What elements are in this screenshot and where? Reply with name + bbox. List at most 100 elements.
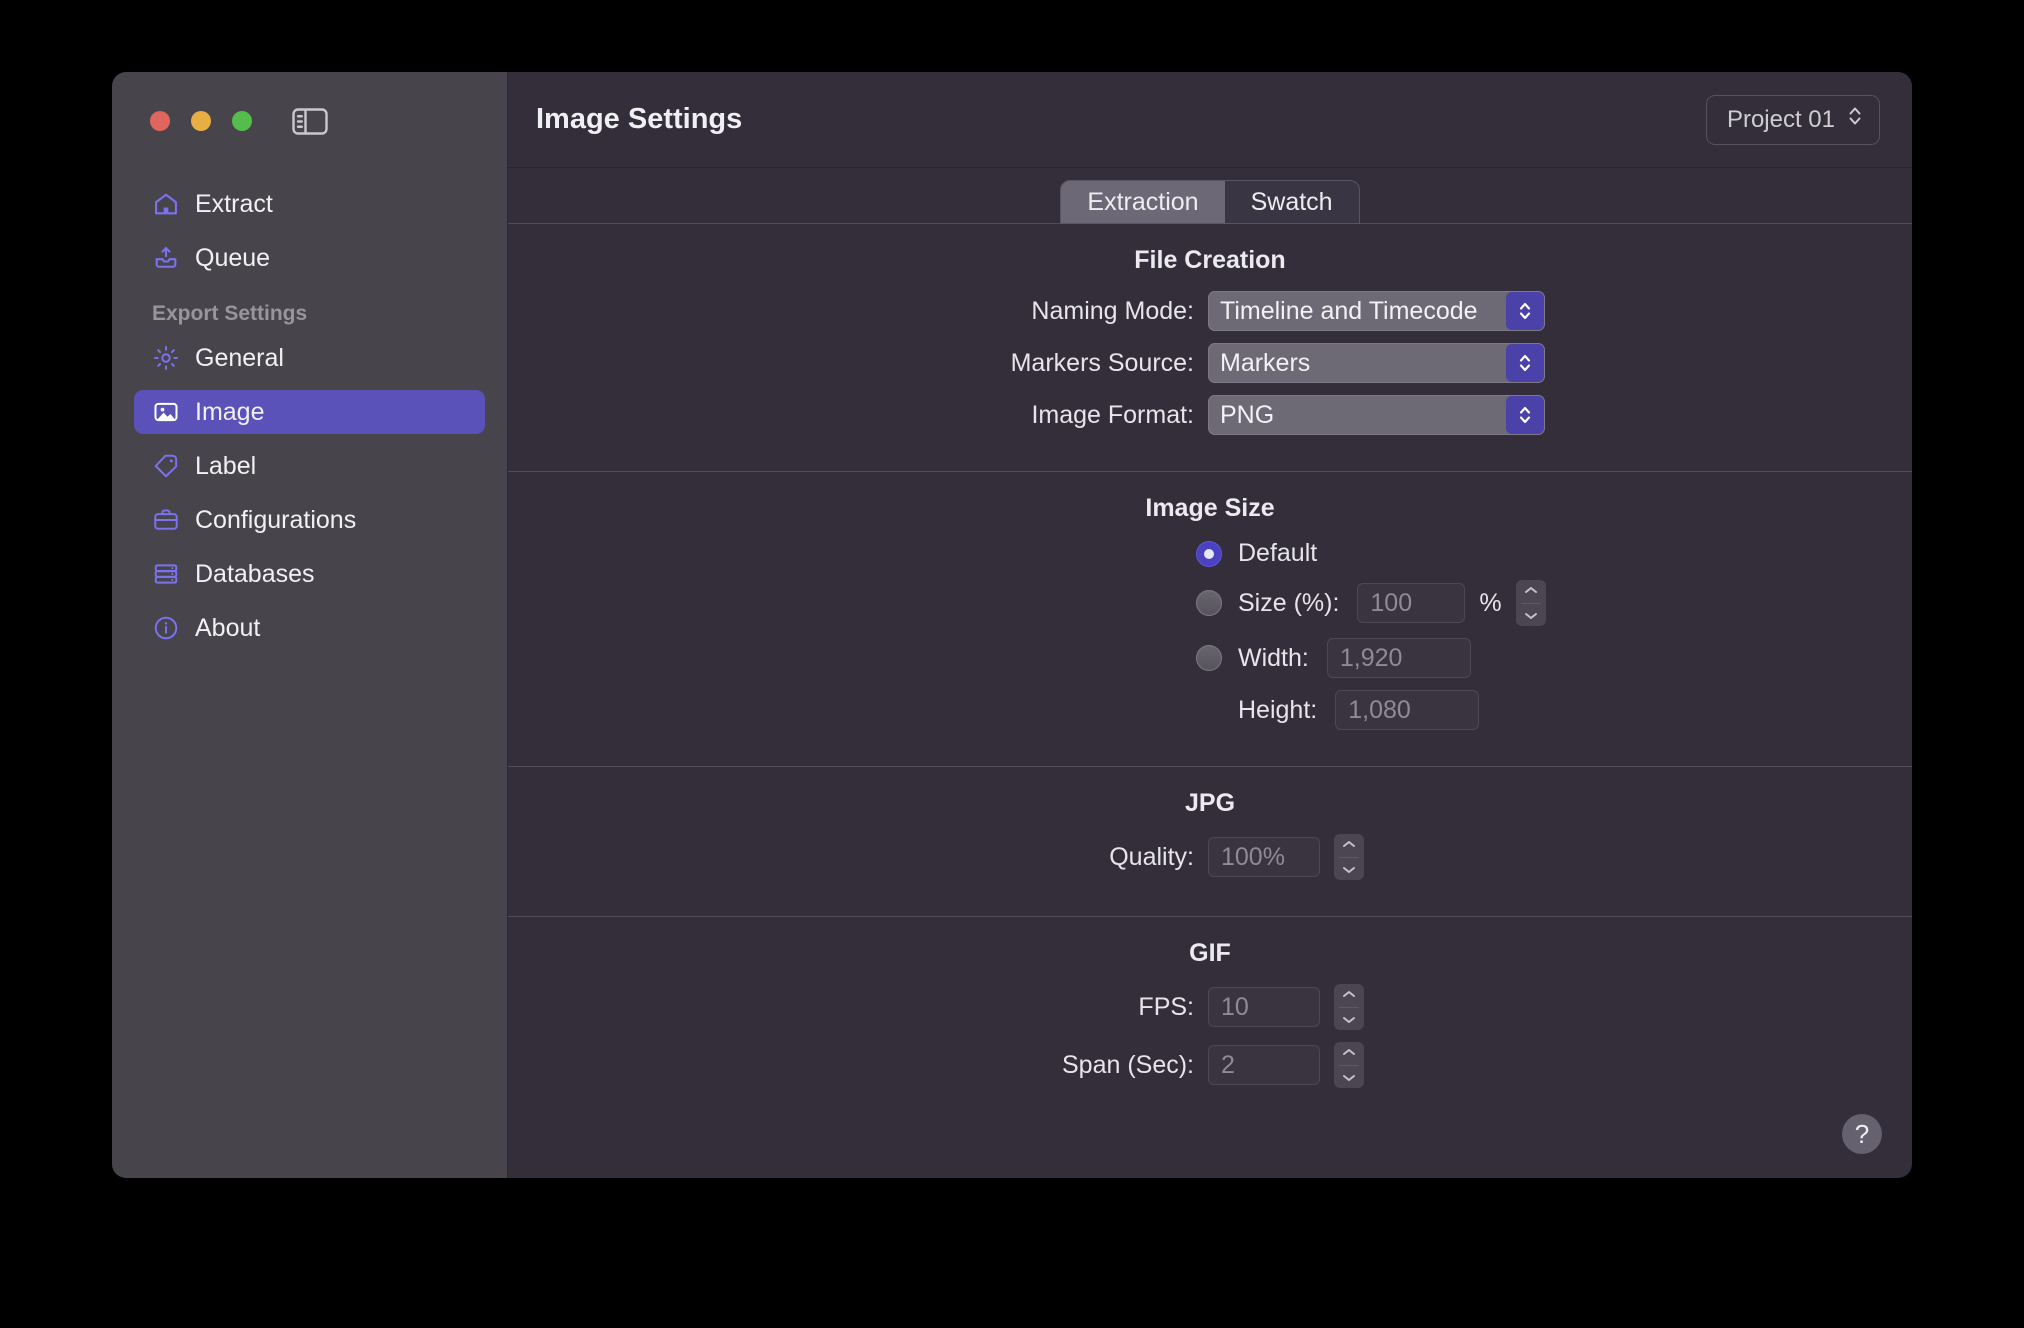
sidebar-item-label: Label [195, 451, 257, 480]
gif-span-label: Span (Sec): [1061, 1050, 1194, 1079]
sidebar-item-label: Image [195, 397, 265, 426]
page-title: Image Settings [536, 103, 743, 135]
tray-upload-icon [152, 244, 180, 272]
sidebar-item-label[interactable]: Label [134, 444, 485, 488]
row-jpg-quality: Quality: 100% [508, 834, 1912, 880]
sidebar-item-configurations[interactable]: Configurations [134, 498, 485, 542]
stepper-down-icon[interactable] [1341, 860, 1357, 880]
row-gif-fps: FPS: 10 [508, 984, 1912, 1030]
gif-fps-label: FPS: [1138, 992, 1194, 1021]
sidebar-item-label: Queue [195, 243, 271, 272]
house-icon [152, 190, 180, 218]
section-title: Image Size [1145, 494, 1275, 522]
chevron-updown-icon [1506, 344, 1544, 382]
stepper-up-icon[interactable] [1341, 1042, 1357, 1062]
section-gif: GIF FPS: 10 Span (Sec): 2 [508, 916, 1912, 1124]
photo-icon [152, 398, 180, 426]
sidebar-item-label: About [195, 613, 261, 642]
gif-fps-input[interactable]: 10 [1208, 987, 1320, 1027]
sidebar-item-extract[interactable]: Extract [134, 182, 485, 226]
stepper-up-icon[interactable] [1341, 834, 1357, 854]
sidebar-item-label: Configurations [195, 505, 357, 534]
section-title: JPG [1184, 789, 1236, 817]
gif-fps-stepper[interactable] [1334, 984, 1364, 1030]
row-gif-span: Span (Sec): 2 [508, 1042, 1912, 1088]
section-title: GIF [1189, 939, 1231, 967]
stepper-divider [1339, 1006, 1359, 1008]
size-percent-input[interactable]: 100 [1357, 583, 1466, 623]
briefcase-icon [152, 506, 180, 534]
close-button[interactable] [150, 111, 170, 131]
chevron-updown-icon [1847, 103, 1863, 136]
size-percent-stepper[interactable] [1515, 580, 1546, 626]
image-format-value: PNG [1220, 400, 1275, 429]
markers-source-dropdown[interactable]: Markers [1208, 343, 1545, 383]
project-picker[interactable]: Project 01 [1705, 94, 1880, 145]
section-title: File Creation [1134, 246, 1286, 274]
gear-icon [152, 344, 180, 372]
sidebar-toggle-icon[interactable] [291, 108, 329, 135]
zoom-button[interactable] [232, 111, 252, 131]
naming-mode-dropdown[interactable]: Timeline and Timecode [1208, 291, 1545, 331]
section-image-size: Image Size Default Size (%): 100 % Width… [508, 471, 1912, 766]
image-format-dropdown[interactable]: PNG [1208, 395, 1545, 435]
row-size-default: Default [508, 539, 1912, 568]
naming-mode-value: Timeline and Timecode [1220, 296, 1478, 325]
traffic-light-controls [150, 111, 252, 131]
tab-bar: Extraction Swatch [508, 168, 1912, 224]
section-file-creation: File Creation Naming Mode: Timeline and … [508, 224, 1912, 471]
stepper-down-icon[interactable] [1523, 606, 1539, 626]
sidebar-item-queue[interactable]: Queue [134, 236, 485, 280]
info-circle-icon [152, 614, 180, 642]
radio-size-percent[interactable] [1196, 590, 1222, 616]
segmented-control: Extraction Swatch [1060, 180, 1360, 224]
row-size-percent: Size (%): 100 % [508, 580, 1912, 626]
stepper-divider [1339, 856, 1359, 858]
stepper-divider [1520, 602, 1541, 604]
jpg-quality-input[interactable]: 100% [1208, 837, 1320, 877]
help-button[interactable]: ? [1842, 1114, 1882, 1154]
jpg-quality-stepper[interactable] [1334, 834, 1364, 880]
gif-span-stepper[interactable] [1334, 1042, 1364, 1088]
stepper-down-icon[interactable] [1341, 1068, 1357, 1088]
stepper-divider [1339, 1064, 1359, 1066]
sidebar-item-general[interactable]: General [134, 336, 485, 380]
sidebar-item-label: General [195, 343, 284, 372]
row-naming-mode: Naming Mode: Timeline and Timecode [508, 291, 1912, 331]
settings-scroll-area[interactable]: File Creation Naming Mode: Timeline and … [508, 224, 1912, 1178]
sidebar: Extract Queue Export Settings General Im… [112, 72, 508, 1178]
height-input[interactable]: 1,080 [1335, 690, 1480, 730]
database-icon [152, 560, 180, 588]
tab-swatch[interactable]: Swatch [1225, 181, 1359, 223]
sidebar-nav: Extract Queue Export Settings General Im… [112, 182, 507, 660]
tab-extraction[interactable]: Extraction [1061, 181, 1225, 223]
tag-icon [152, 452, 180, 480]
markers-source-value: Markers [1220, 348, 1311, 377]
row-image-format: Image Format: PNG [508, 395, 1912, 435]
sidebar-item-databases[interactable]: Databases [134, 552, 485, 596]
radio-width[interactable] [1196, 645, 1222, 671]
jpg-quality-label: Quality: [1109, 842, 1194, 871]
width-input[interactable]: 1,920 [1326, 638, 1471, 678]
stepper-down-icon[interactable] [1341, 1010, 1357, 1030]
row-height: Height: 1,080 [508, 690, 1912, 730]
height-label: Height: [1238, 695, 1318, 724]
width-label: Width: [1238, 643, 1309, 672]
sidebar-group-label: Export Settings [152, 302, 308, 325]
size-percent-label: Size (%): [1238, 588, 1340, 617]
percent-symbol: % [1479, 588, 1502, 617]
stepper-up-icon[interactable] [1341, 984, 1357, 1004]
gif-span-input[interactable]: 2 [1208, 1045, 1320, 1085]
radio-default[interactable] [1196, 540, 1222, 567]
project-picker-value: Project 01 [1726, 105, 1835, 133]
sidebar-item-label: Extract [195, 189, 273, 218]
sidebar-item-label: Databases [195, 559, 315, 588]
image-format-label: Image Format: [1031, 400, 1194, 429]
markers-source-label: Markers Source: [1010, 348, 1194, 377]
sidebar-item-about[interactable]: About [134, 606, 485, 650]
sidebar-item-image[interactable]: Image [134, 390, 485, 434]
stepper-up-icon[interactable] [1523, 580, 1539, 600]
main-panel: Image Settings Project 01 Extraction Swa… [508, 72, 1912, 1178]
minimize-button[interactable] [191, 111, 211, 131]
row-width: Width: 1,920 [508, 638, 1912, 678]
